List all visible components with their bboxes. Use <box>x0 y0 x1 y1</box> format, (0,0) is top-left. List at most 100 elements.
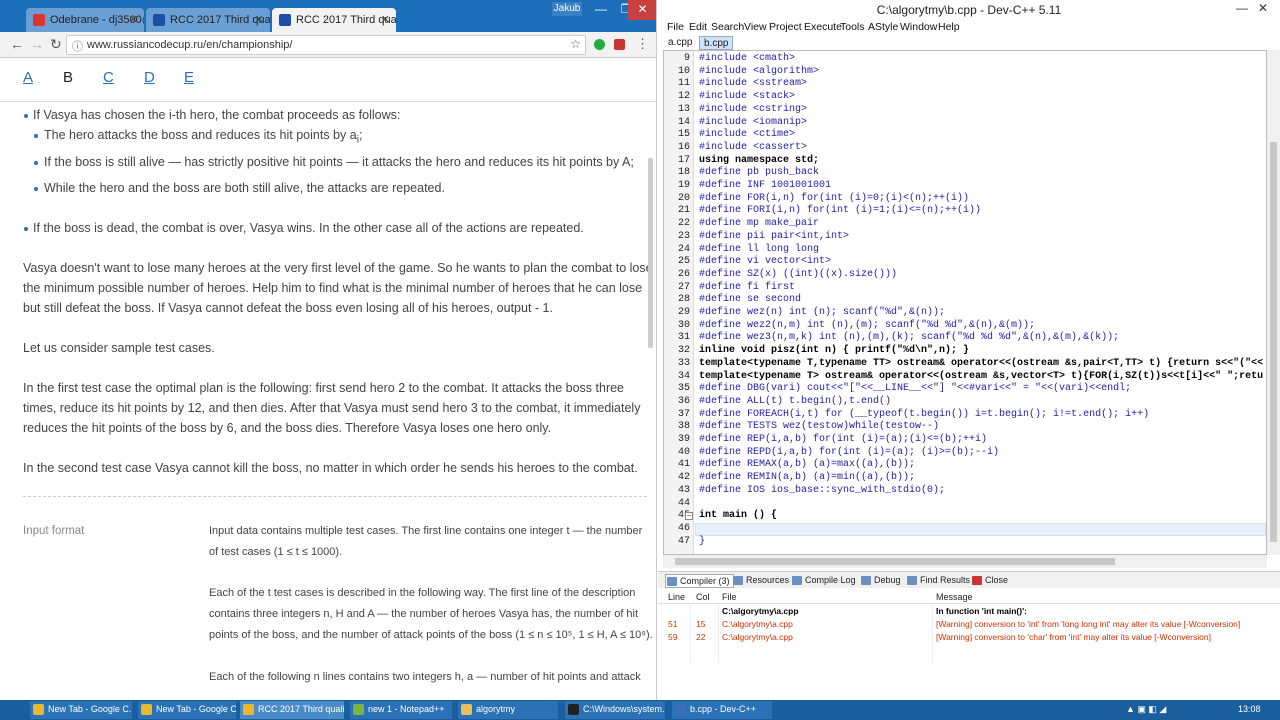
tab-resources[interactable]: Resources <box>732 574 792 586</box>
profile-button[interactable]: Jakub <box>552 2 582 16</box>
code-line[interactable]: #define SZ(x) ((int)((x).size())) <box>699 269 897 282</box>
close-window-button[interactable]: ✕ <box>628 0 656 20</box>
code-line[interactable]: #include <cmath> <box>699 53 795 66</box>
code-line[interactable]: #define FOREACH(i,t) for (__typeof(t.beg… <box>699 409 1149 422</box>
problem-link-a[interactable]: A <box>23 69 33 86</box>
browser-tab-rcc-2[interactable]: RCC 2017 Third qualifica✕ <box>272 8 396 32</box>
taskbar-item[interactable]: C:\Windows\system... <box>565 701 665 719</box>
tab-find-results[interactable]: Find Results <box>906 574 973 586</box>
code-line[interactable]: #define REP(i,a,b) for(int (i)=(a);(i)<=… <box>699 434 987 447</box>
clock[interactable]: 13:08 <box>1238 704 1261 714</box>
menu-execute[interactable]: Execute <box>804 21 842 33</box>
bookmark-star-icon[interactable]: ☆ <box>570 37 581 51</box>
cell-file[interactable]: C:\algorytmy\a.cpp <box>722 606 799 616</box>
close-icon[interactable]: ✕ <box>381 13 390 26</box>
menu-astyle[interactable]: AStyle <box>868 21 898 33</box>
scroll-thumb[interactable] <box>1270 142 1277 542</box>
menu-window[interactable]: Window <box>900 21 937 33</box>
code-line[interactable]: inline void pisz(int n) { printf("%d\n",… <box>699 345 969 358</box>
tab-compiler[interactable]: Compiler (3) <box>665 574 734 588</box>
close-icon[interactable]: ✕ <box>255 13 264 26</box>
code-line[interactable]: } <box>699 536 705 549</box>
cell-message[interactable]: In function 'int main()': <box>936 606 1027 616</box>
problem-link-d[interactable]: D <box>144 69 155 86</box>
code-line[interactable]: #define vi vector<int> <box>699 256 831 269</box>
menu-project[interactable]: Project <box>769 21 802 33</box>
code-line[interactable]: #define wez3(n,m,k) int (n),(m),(k); sca… <box>699 332 1119 345</box>
code-line[interactable]: template<typename T,typename TT> ostream… <box>699 358 1263 371</box>
code-line[interactable]: #include <sstream> <box>699 78 807 91</box>
tab-a-cpp[interactable]: a.cpp <box>664 36 696 50</box>
minimize-button[interactable]: — <box>1236 1 1248 15</box>
scroll-thumb[interactable] <box>675 558 1115 565</box>
code-line[interactable]: #define TESTS wez(testow)while(testow--) <box>699 421 939 434</box>
code-line[interactable]: #define IOS ios_base::sync_with_stdio(0)… <box>699 485 945 498</box>
code-line[interactable]: #include <stack> <box>699 91 795 104</box>
editor-horizontal-scrollbar[interactable] <box>663 555 1267 568</box>
code-line[interactable]: #define REMAX(a,b) (a)=max((a),(b)); <box>699 459 915 472</box>
code-line[interactable]: #define ALL(t) t.begin(),t.end() <box>699 396 891 409</box>
fold-toggle-icon[interactable]: − <box>685 512 693 521</box>
code-line[interactable]: #include <algorithm> <box>699 66 819 79</box>
taskbar-item[interactable]: new 1 - Notepad++ <box>350 701 452 719</box>
forward-icon[interactable]: → <box>30 36 44 52</box>
tab-b-cpp[interactable]: b.cpp <box>699 36 734 50</box>
code-line[interactable]: #define REMIN(a,b) (a)=min((a),(b)); <box>699 472 915 485</box>
tab-compile-log[interactable]: Compile Log <box>791 574 859 586</box>
code-line[interactable]: #define pii pair<int,int> <box>699 231 849 244</box>
cell-message[interactable]: [Warning] conversion to 'int' from 'long… <box>936 619 1240 629</box>
cell-col[interactable]: 15 <box>696 619 705 629</box>
code-line[interactable]: #define mp make_pair <box>699 218 819 231</box>
code-line[interactable]: #define wez(n) int (n); scanf("%d",&(n))… <box>699 307 945 320</box>
menu-edit[interactable]: Edit <box>689 21 707 33</box>
menu-help[interactable]: Help <box>938 21 960 33</box>
taskbar-item[interactable]: RCC 2017 Third quali... <box>240 701 344 719</box>
menu-view[interactable]: View <box>744 21 767 33</box>
code-line[interactable]: #define REPD(i,a,b) for(int (i)=(a); (i)… <box>699 447 999 460</box>
browser-tab-gmail[interactable]: Odebrane - dj3500@gm✕ <box>26 8 144 32</box>
code-line[interactable]: #include <cstring> <box>699 104 807 117</box>
code-line[interactable]: #include <ctime> <box>699 129 795 142</box>
code-line[interactable]: #define FOR(i,n) for(int (i)=0;(i)<(n);+… <box>699 193 969 206</box>
problem-link-b[interactable]: B <box>63 69 73 86</box>
address-bar[interactable]: ⓘ www.russiancodecup.ru/en/championship/… <box>66 35 586 55</box>
tab-close[interactable]: Close <box>971 574 1011 586</box>
col-header-col[interactable]: Col <box>696 592 710 602</box>
code-editor[interactable]: 9 10 11 12 13 14 15 16 17 18 19 20 21 22 23 24 25 26 27 28 2… <box>663 50 1267 555</box>
taskbar-item[interactable]: b.cpp - Dev-C++ <box>672 701 772 719</box>
cell-file[interactable]: C:\algorytmy\a.cpp <box>722 619 793 629</box>
close-window-button[interactable]: ✕ <box>1258 1 1268 15</box>
code-line[interactable]: #define ll long long <box>699 244 819 257</box>
code-line[interactable]: #define se second <box>699 294 801 307</box>
code-line[interactable]: #include <iomanip> <box>699 117 807 130</box>
problem-link-c[interactable]: C <box>103 69 114 86</box>
code-line[interactable]: #define fi first <box>699 282 795 295</box>
code-line[interactable]: #define FORI(i,n) for(int (i)=1;(i)<=(n)… <box>699 205 981 218</box>
reload-icon[interactable]: ↻ <box>50 36 62 53</box>
code-line[interactable]: #define wez2(n,m) int (n),(m); scanf("%d… <box>699 320 1035 333</box>
page-info-icon[interactable]: ⓘ <box>72 38 83 54</box>
problem-link-e[interactable]: E <box>184 69 194 86</box>
menu-search[interactable]: Search <box>711 21 744 33</box>
menu-file[interactable]: File <box>667 21 684 33</box>
page-scrollbar[interactable] <box>648 158 653 348</box>
menu-tools[interactable]: Tools <box>840 21 865 33</box>
extension-icon[interactable] <box>614 39 625 50</box>
tab-debug[interactable]: Debug <box>860 574 904 586</box>
close-icon[interactable]: ✕ <box>129 13 138 26</box>
cell-line[interactable]: 59 <box>668 632 677 642</box>
tray-icons[interactable]: ▲ ▣ ◧ ◢ <box>1126 704 1166 715</box>
col-header-file[interactable]: File <box>722 592 737 602</box>
code-line[interactable]: #define INF 1001001001 <box>699 180 831 193</box>
col-header-message[interactable]: Message <box>936 592 973 602</box>
code-line[interactable]: #define pb push_back <box>699 167 819 180</box>
cell-col[interactable]: 22 <box>696 632 705 642</box>
browser-tab-rcc-1[interactable]: RCC 2017 Third qualifica✕ <box>146 8 270 32</box>
taskbar-item[interactable]: New Tab - Google C... <box>138 701 236 719</box>
taskbar-item[interactable]: algorytmy <box>458 701 558 719</box>
minimize-button[interactable]: — <box>587 0 615 20</box>
extension-icon[interactable] <box>594 39 605 50</box>
cell-line[interactable]: 51 <box>668 619 677 629</box>
code-line[interactable]: int main () { <box>699 510 777 523</box>
menu-icon[interactable]: ⋮ <box>636 36 649 52</box>
